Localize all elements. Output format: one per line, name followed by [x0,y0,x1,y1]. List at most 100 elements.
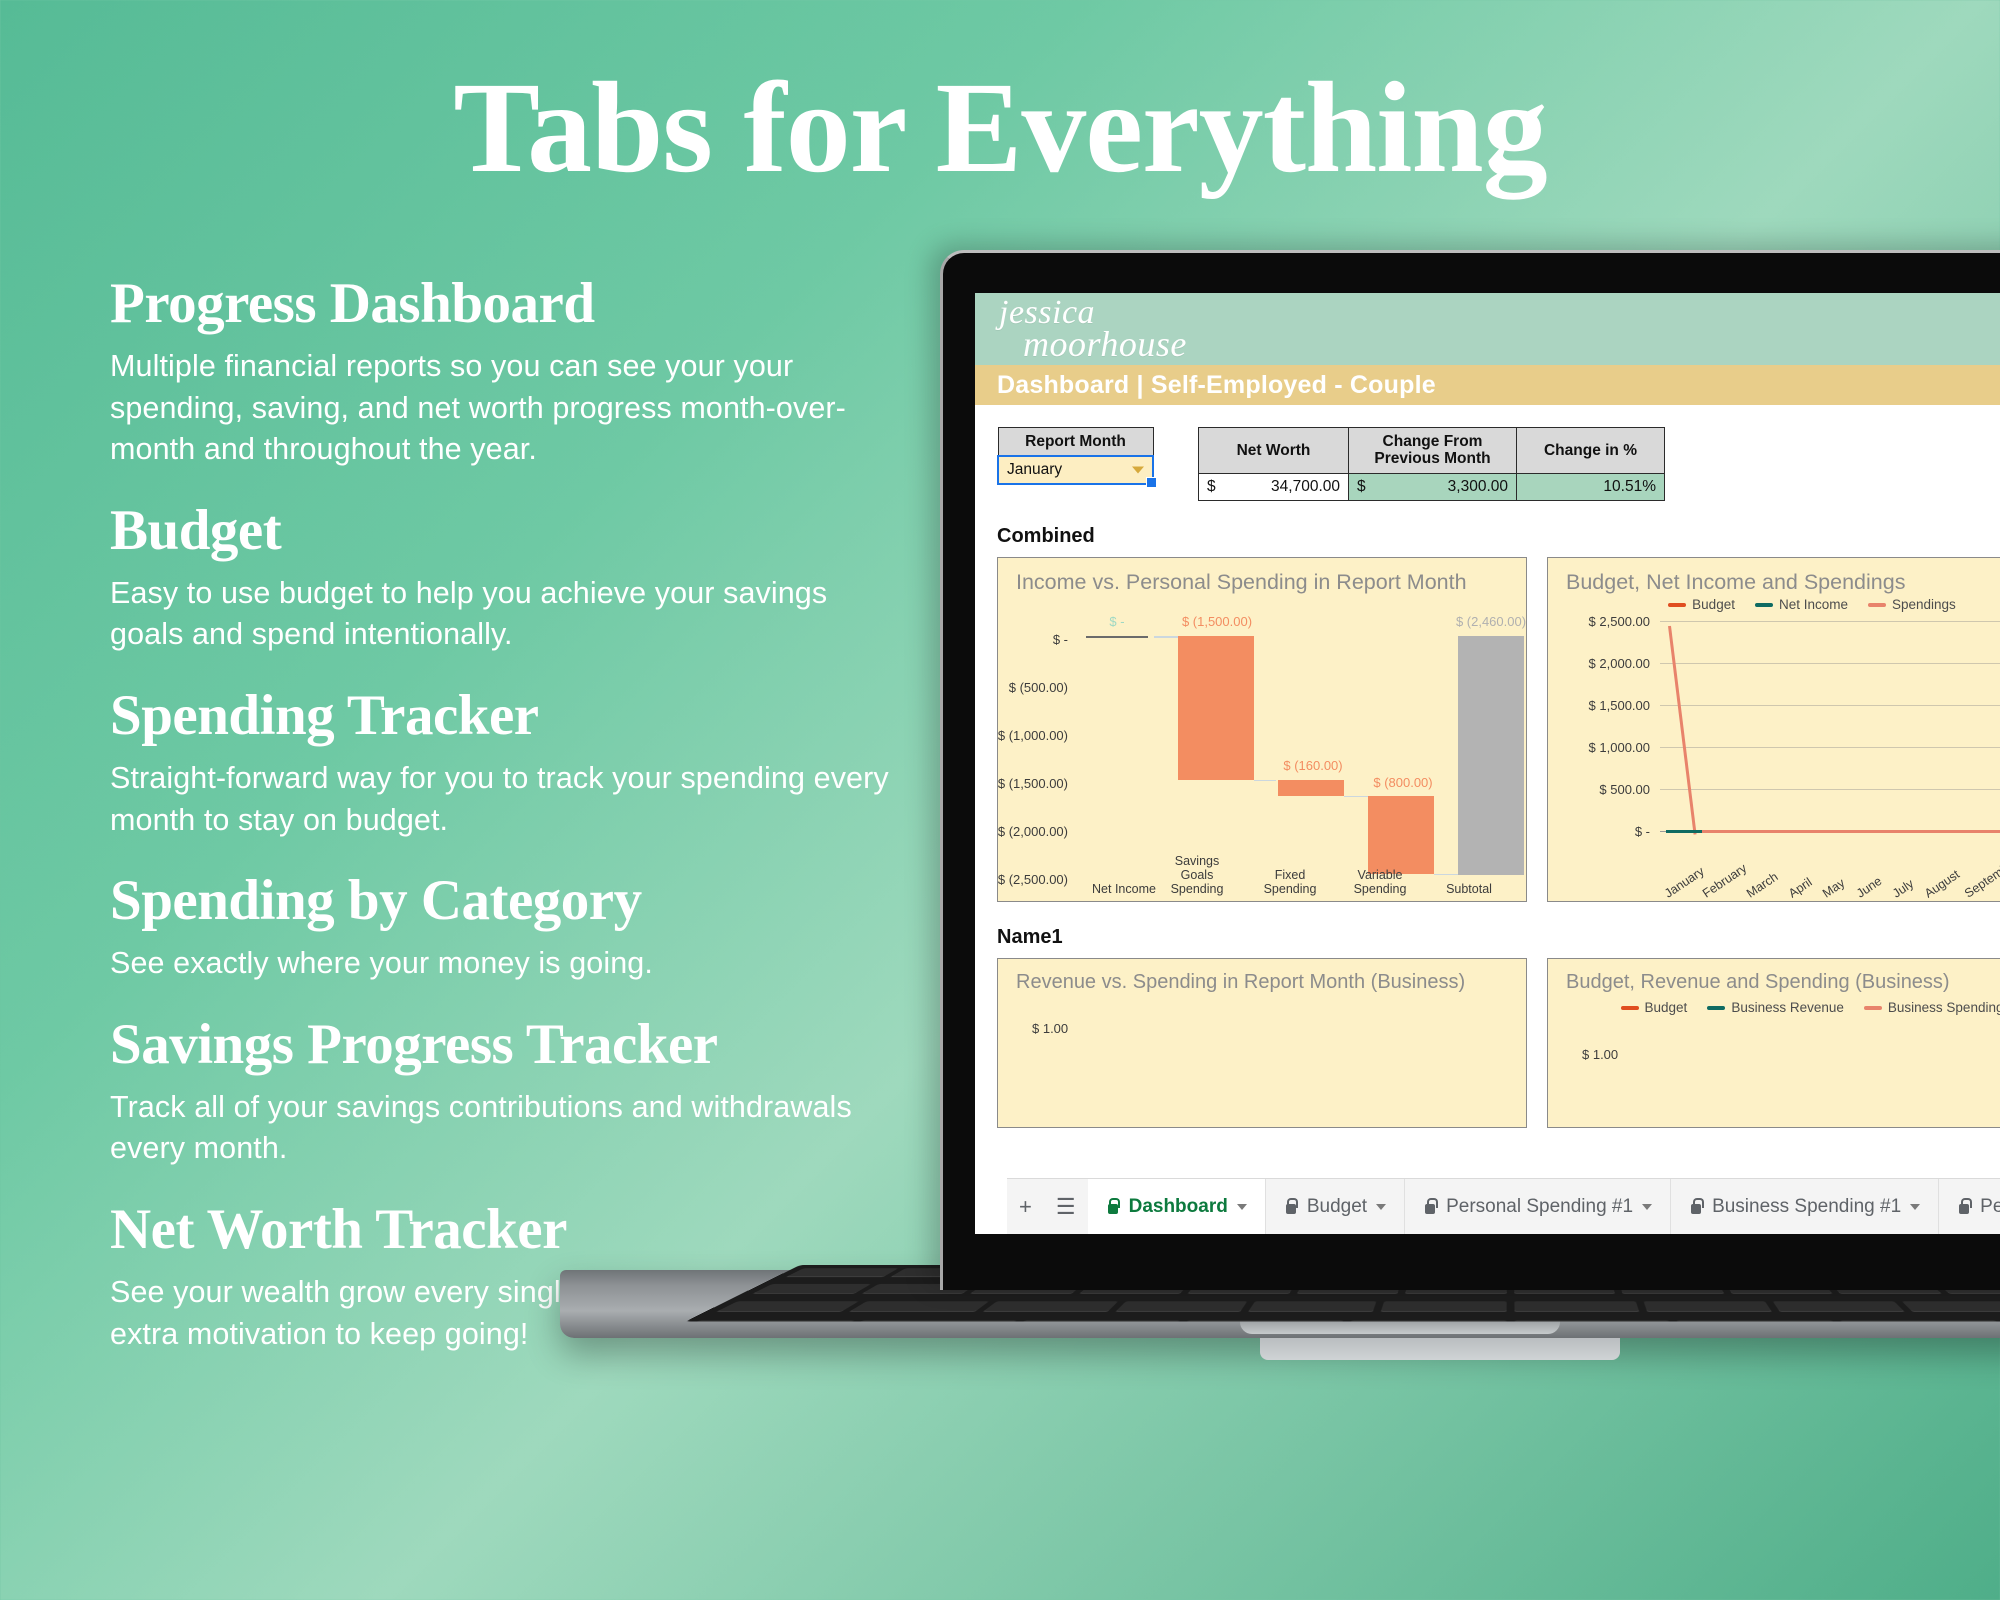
x-tick-variable: Variable Spending [1353,867,1407,897]
page-title: Tabs for Everything [453,56,1547,200]
gridline [1660,620,2000,622]
tab-dashboard[interactable]: Dashboard [1087,1179,1266,1234]
key [1115,1301,1248,1312]
y-tick: $ 2,500.00 [1588,613,1650,629]
brand-logo: jessica moorhouse [999,296,1187,365]
feature-desc: Track all of your savings contributions … [110,1090,852,1166]
key [685,1320,855,1322]
key [849,1301,989,1312]
feature-item: Progress Dashboard Multiple financial re… [110,270,900,471]
tab-budget[interactable]: Budget [1266,1179,1406,1234]
gridline [1660,704,2000,706]
change-header: Change From Previous Month [1348,427,1517,474]
key [1513,1301,1639,1312]
feature-title: Progress Dashboard [110,272,595,335]
legend-label: Budget [1644,999,1688,1015]
report-month-value: January [1007,461,1063,479]
chart-income-vs-personal-spending[interactable]: Income vs. Personal Spending in Report M… [997,556,1527,902]
feature-title: Budget [110,498,282,562]
key [1381,1301,1507,1312]
data-label-variable: $ (800.00) [1373,774,1433,790]
lock-icon [1106,1198,1121,1215]
section-label-name1: Name1 [997,925,1063,948]
line-plot: $ 2,500.00 $ 2,000.00 $ 1,500.00 $ 1,000… [1548,594,2000,901]
all-sheets-menu-button[interactable]: ☰ [1044,1179,1088,1234]
series-line-net-income [1666,829,1702,833]
feature-desc: Easy to use budget to help you achieve y… [110,575,828,652]
chevron-down-icon[interactable] [1132,466,1144,474]
y-tick: $ (1,000.00) [997,727,1068,743]
data-label-savings: $ (1,500.00) [1181,613,1253,629]
bar-savings-goals-spending[interactable] [1178,635,1254,780]
key [1346,1320,1506,1322]
brand-band: jessica moorhouse [975,293,2000,365]
brand-line-2: moorhouse [1023,324,1187,365]
tab-label: Budget [1306,1195,1368,1217]
data-label-net-income: $ - [1109,613,1125,629]
bar-subtotal[interactable] [1458,635,1524,875]
change-pct-cell[interactable]: 10.51% [1516,472,1665,501]
y-tick: $ 1,000.00 [1588,739,1650,755]
sheet-body: Report Month January Net Worth Change Fr… [975,405,2000,1234]
x-tick: March [1744,869,1781,901]
chevron-down-icon[interactable] [1376,1203,1387,1210]
y-tick: $ (2,500.00) [997,871,1068,887]
report-month-select[interactable]: January [997,455,1158,490]
x-tick: June [1854,873,1885,901]
currency-symbol: $ [1207,477,1216,495]
y-tick: $ 1.00 [1032,1020,1069,1036]
key [785,1268,898,1278]
add-sheet-button[interactable]: + [1007,1179,1044,1234]
change-pct-header: Change in % [1516,427,1665,474]
x-tick: April [1786,874,1815,901]
tab-personal[interactable]: Personal [1939,1179,2000,1234]
chart-revenue-vs-spending-business[interactable]: Revenue vs. Spending in Report Month (Bu… [997,957,1527,1128]
change-cell[interactable]: $ 3,300.00 [1348,472,1517,501]
lock-icon [1957,1198,1972,1215]
change-value: 3,300.00 [1447,477,1508,495]
x-tick: May [1820,875,1848,901]
connector [1434,873,1458,876]
chart-legend: Budget Business Revenue Business Spendin… [1548,1000,2000,1015]
connector [1154,636,1178,638]
laptop-trackpad [1260,1338,1620,1360]
sheet-title: Dashboard | Self-Employed - Couple [997,370,1436,399]
feature-item: Savings Progress Tracker Track all of yo… [110,1011,900,1170]
change-pct-value: 10.51% [1603,477,1656,495]
y-tick: $ (1,500.00) [997,775,1068,791]
sheet-title-bar: Dashboard | Self-Employed - Couple [975,365,2000,405]
chevron-down-icon[interactable] [1642,1203,1653,1210]
key [982,1301,1118,1312]
waterfall-bars: $ - $ (1,500.00) $ (160.00) $ (800.00) $… [1076,614,1526,876]
gridline [1660,662,2000,664]
app-screen: jessica moorhouse Dashboard | Self-Emplo… [975,293,2000,1234]
y-tick: $ 1.00 [1582,1046,1619,1062]
gridline [1660,746,2000,748]
key [1248,1301,1377,1312]
legend-item-business-spending: Business Spending [1863,1000,2000,1015]
bar-fixed-spending[interactable] [1278,779,1344,796]
chart-budget-net-income-spendings[interactable]: Budget, Net Income and Spendings Budget … [1547,556,2000,902]
x-tick: February [1700,860,1750,901]
lock-icon [1689,1198,1704,1215]
chart-budget-revenue-spending-business[interactable]: Budget, Revenue and Spending (Business) … [1547,957,2000,1128]
tab-label: Business Spending #1 [1712,1195,1902,1217]
y-tick: $ - [1634,823,1650,839]
chevron-down-icon[interactable] [1910,1203,1921,1210]
tab-personal-spending-1[interactable]: Personal Spending #1 [1405,1179,1672,1234]
feature-desc: Straight-forward way for you to track yo… [110,761,889,837]
section-label-combined: Combined [997,524,1095,547]
key [716,1301,860,1312]
net-worth-cell[interactable]: $ 34,700.00 [1198,472,1349,501]
y-tick: $ (2,000.00) [997,823,1068,839]
report-month-header: Report Month [997,427,1154,457]
y-tick: $ (500.00) [1008,679,1068,695]
tab-business-spending-1[interactable]: Business Spending #1 [1671,1179,1940,1234]
key [1643,1301,1772,1312]
feature-item: Budget Easy to use budget to help you ac… [110,497,900,656]
chevron-down-icon[interactable] [1236,1203,1247,1210]
x-tick-fixed: Fixed Spending [1263,867,1317,897]
lock-icon [1423,1198,1438,1215]
series-line-spendings-flat [1696,829,2000,833]
bar-variable-spending[interactable] [1368,795,1434,874]
